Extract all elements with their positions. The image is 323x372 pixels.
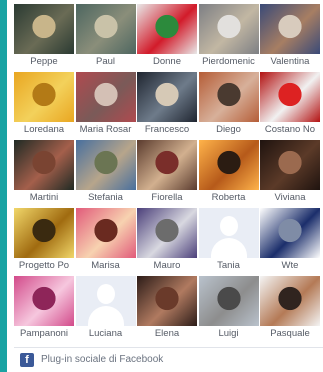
fan-name[interactable]: Costano No — [260, 124, 320, 135]
profile-photo[interactable] — [137, 72, 197, 122]
profile-photo[interactable] — [260, 208, 320, 258]
profile-photo[interactable] — [75, 208, 136, 258]
avatar-head — [96, 284, 115, 304]
fan-name[interactable]: Pasquale — [260, 328, 320, 339]
profile-photo[interactable] — [260, 4, 320, 54]
fan-item[interactable]: Pierdomenic — [198, 4, 259, 68]
profile-photo[interactable] — [260, 72, 320, 122]
avatar-body — [210, 238, 247, 258]
fan-item[interactable]: Peppe — [14, 4, 74, 68]
fan-name[interactable]: Elena — [137, 328, 197, 339]
profile-photo[interactable] — [198, 72, 259, 122]
fan-name[interactable]: Viviana — [260, 192, 320, 203]
profile-photo[interactable] — [137, 140, 197, 190]
facebook-footer: f Plug-in sociale di Facebook — [14, 347, 323, 370]
fan-item[interactable]: Marisa — [75, 208, 136, 272]
profile-photo[interactable] — [260, 140, 320, 190]
fan-item[interactable]: Stefania — [75, 140, 136, 204]
fan-name[interactable]: Roberta — [199, 192, 259, 203]
fan-name[interactable]: Marisa — [76, 260, 136, 271]
profile-photo[interactable] — [137, 208, 197, 258]
fan-item[interactable]: Francesco — [137, 72, 197, 136]
fan-name[interactable]: Francesco — [137, 124, 197, 135]
avatar-body — [87, 306, 124, 326]
fan-item[interactable]: Martini — [14, 140, 74, 204]
profile-photo[interactable] — [198, 4, 259, 54]
fan-item[interactable]: Fiorella — [137, 140, 197, 204]
fan-name[interactable]: Valentina — [260, 56, 320, 67]
profile-photo[interactable] — [14, 72, 74, 122]
avatar-head — [219, 216, 238, 236]
fan-name[interactable]: Loredana — [14, 124, 74, 135]
fan-item[interactable]: Donne — [137, 4, 197, 68]
fan-name[interactable]: Tania — [199, 260, 259, 271]
fan-name[interactable]: Diego — [199, 124, 259, 135]
fan-item[interactable]: Mauro — [137, 208, 197, 272]
fan-item[interactable]: Maria Rosar — [75, 72, 136, 136]
profile-photo[interactable] — [137, 276, 197, 326]
fan-item[interactable]: Viviana — [260, 140, 320, 204]
profile-photo[interactable] — [75, 72, 136, 122]
fan-name[interactable]: Progetto Po — [14, 260, 74, 271]
fan-name[interactable]: Mauro — [137, 260, 197, 271]
fan-item[interactable]: Luigi — [198, 276, 259, 340]
fan-name[interactable]: Paul — [76, 56, 136, 67]
fan-item[interactable]: Pasquale — [260, 276, 320, 340]
fan-item[interactable]: Tania — [198, 208, 259, 272]
fan-name[interactable]: Martini — [14, 192, 74, 203]
fan-grid: Peppe Paul Donne Pierdomenic Valentina Loreda… — [14, 4, 323, 344]
fan-item[interactable]: Elena — [137, 276, 197, 340]
fan-name[interactable]: Stefania — [76, 192, 136, 203]
fan-item[interactable]: Valentina — [260, 4, 320, 68]
fan-item[interactable]: Pampanoni — [14, 276, 74, 340]
fan-name[interactable]: Maria Rosar — [76, 124, 136, 135]
fan-item[interactable]: Costano No — [260, 72, 320, 136]
profile-photo[interactable] — [137, 4, 197, 54]
fan-name[interactable]: Peppe — [14, 56, 74, 67]
fan-name[interactable]: Pierdomenic — [199, 56, 259, 67]
fan-name[interactable]: Luciana — [76, 328, 136, 339]
profile-photo[interactable] — [14, 140, 74, 190]
fan-item[interactable]: Paul — [75, 4, 136, 68]
fan-name[interactable]: Pampanoni — [14, 328, 74, 339]
fan-item[interactable]: Loredana — [14, 72, 74, 136]
fan-item[interactable]: Luciana — [75, 276, 136, 340]
facebook-plugin-text[interactable]: Plug-in sociale di Facebook — [41, 354, 163, 365]
profile-photo[interactable] — [75, 140, 136, 190]
fan-item[interactable]: Progetto Po — [14, 208, 74, 272]
default-avatar-icon[interactable] — [198, 208, 259, 258]
left-accent-bar — [0, 0, 7, 372]
profile-photo[interactable] — [75, 4, 136, 54]
fan-name[interactable]: Wte — [260, 260, 320, 271]
profile-photo[interactable] — [14, 208, 74, 258]
fan-name[interactable]: Donne — [137, 56, 197, 67]
profile-photo[interactable] — [198, 276, 259, 326]
profile-photo[interactable] — [198, 140, 259, 190]
fan-item[interactable]: Roberta — [198, 140, 259, 204]
fan-item[interactable]: Diego — [198, 72, 259, 136]
fan-item[interactable]: Wte — [260, 208, 320, 272]
fan-name[interactable]: Luigi — [199, 328, 259, 339]
fan-name[interactable]: Fiorella — [137, 192, 197, 203]
facebook-icon[interactable]: f — [20, 353, 34, 367]
default-avatar-icon[interactable] — [75, 276, 136, 326]
profile-photo[interactable] — [14, 4, 74, 54]
profile-photo[interactable] — [14, 276, 74, 326]
profile-photo[interactable] — [260, 276, 320, 326]
